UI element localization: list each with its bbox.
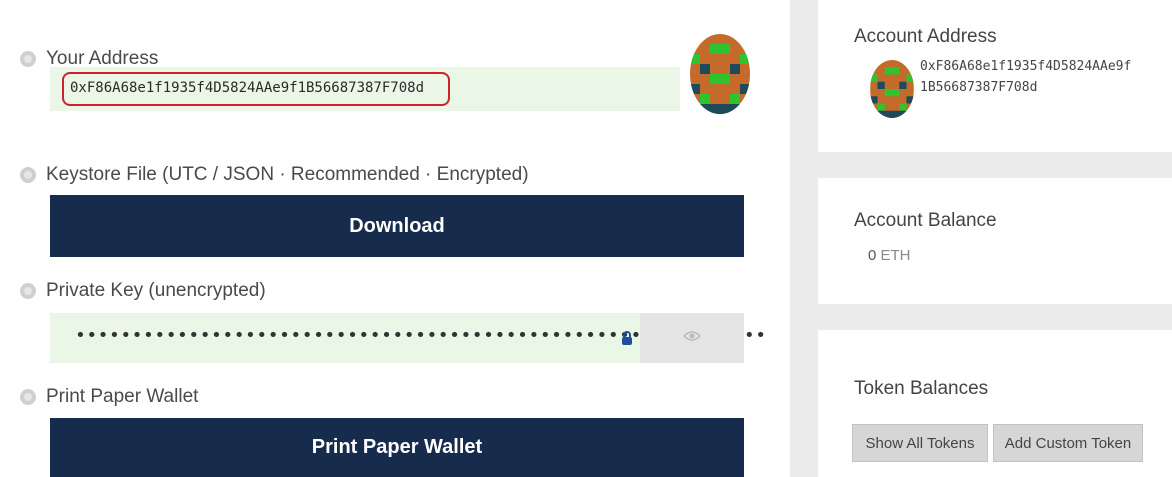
account-address-line2: 1B56687387F708d [920,80,1038,95]
info-icon [20,283,36,299]
toggle-visibility-button[interactable] [640,313,744,363]
token-balances-title: Token Balances [854,378,989,399]
account-address-line1: 0xF86A68e1f1935f4D5824AAe9f [920,59,1132,74]
account-address-value: 0xF86A68e1f1935f4D5824AAe9f 1B56687387F7… [920,56,1131,98]
account-identicon [870,60,914,118]
wallet-panel: Your Address 0xF86A68e1f1935f4D5824AAe9f… [0,0,790,477]
add-custom-token-button[interactable]: Add Custom Token [993,424,1143,462]
account-address-title: Account Address [854,26,997,47]
download-button[interactable]: Download [50,195,744,257]
account-balance-title: Account Balance [854,210,997,231]
info-icon [20,167,36,183]
print-wallet-label: Print Paper Wallet [46,386,199,407]
account-balance-card [818,178,1172,304]
private-key-label-row: Private Key (unencrypted) [20,280,266,302]
info-icon [20,51,36,67]
print-wallet-label-row: Print Paper Wallet [20,386,198,408]
identicon [690,34,750,114]
keystore-label: Keystore File (UTC / JSON · Recommended … [46,164,529,185]
balance-value: 0 ETH [868,247,911,264]
info-icon [20,389,36,405]
keystore-label-row: Keystore File (UTC / JSON · Recommended … [20,164,529,186]
balance-unit: ETH [880,247,911,264]
print-paper-wallet-button[interactable]: Print Paper Wallet [50,418,744,477]
lock-icon [620,330,634,346]
show-all-tokens-button[interactable]: Show All Tokens [852,424,988,462]
private-key-label: Private Key (unencrypted) [46,280,266,301]
address-value[interactable]: 0xF86A68e1f1935f4D5824AAe9f1B56687387F70… [70,80,424,96]
balance-amount: 0 [868,247,877,264]
eye-icon [682,329,702,347]
